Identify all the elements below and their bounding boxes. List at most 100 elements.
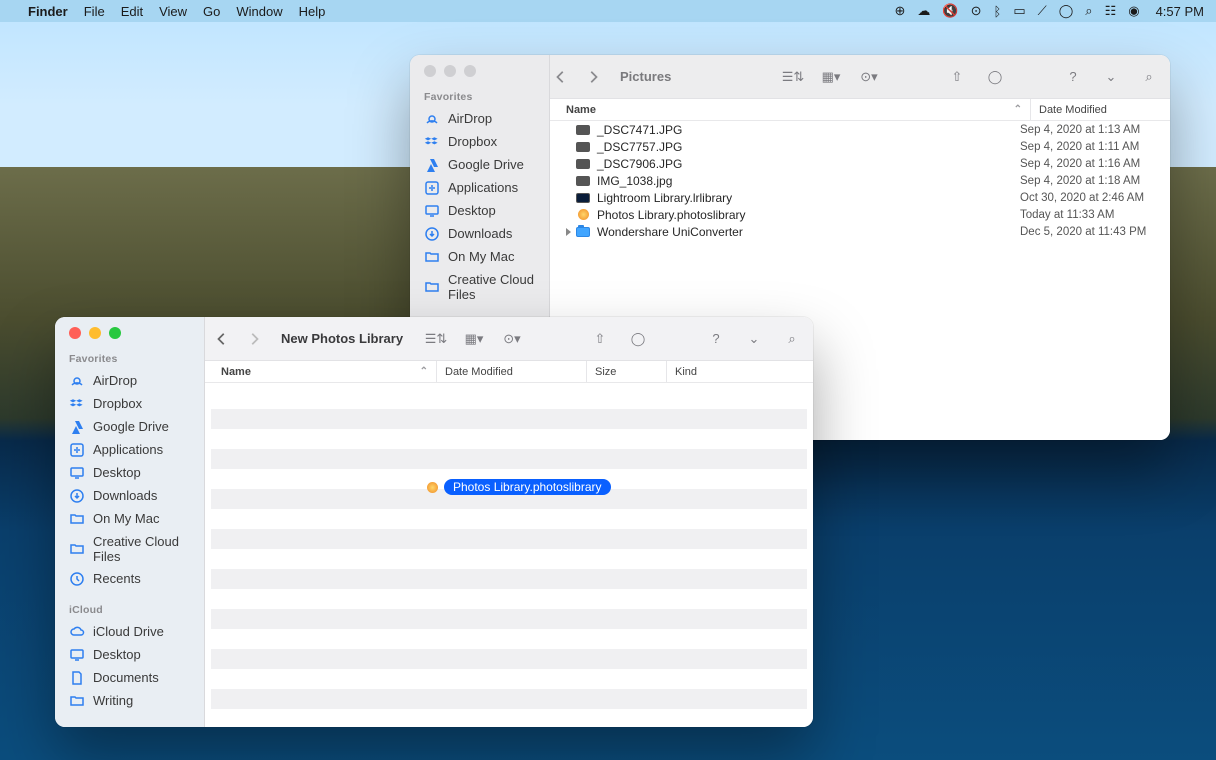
folder-icon bbox=[69, 541, 85, 557]
sidebar-item-on-my-mac[interactable]: On My Mac bbox=[55, 507, 204, 530]
sidebar-item-applications[interactable]: Applications bbox=[410, 176, 549, 199]
sidebar-item-recents[interactable]: Recents bbox=[55, 567, 204, 590]
folder-icon bbox=[576, 227, 590, 237]
disclosure-triangle-icon[interactable] bbox=[566, 228, 571, 236]
share-icon[interactable]: ⇧ bbox=[591, 330, 609, 348]
view-grid-icon[interactable]: ▦▾ bbox=[822, 68, 840, 86]
dragged-file[interactable]: Photos Library.photoslibrary bbox=[427, 479, 611, 495]
file-date: Today at 11:33 AM bbox=[1020, 209, 1170, 221]
toolbar: New Photos Library ☰⇅ ▦▾ ⊙▾ ⇧ ◯ ? ⌄ ⌕ bbox=[205, 317, 813, 361]
menu-view[interactable]: View bbox=[159, 4, 187, 19]
file-date: Sep 4, 2020 at 1:18 AM bbox=[1020, 175, 1170, 187]
apps-icon bbox=[424, 180, 440, 196]
sidebar-item-writing[interactable]: Writing bbox=[55, 689, 204, 712]
app-menu[interactable]: Finder bbox=[28, 4, 68, 19]
column-size[interactable]: Size bbox=[586, 361, 666, 382]
traffic-close[interactable] bbox=[424, 65, 436, 77]
file-row[interactable]: Photos Library.photoslibraryToday at 11:… bbox=[550, 206, 1170, 223]
dropdown-icon[interactable]: ⌄ bbox=[1102, 68, 1120, 86]
doc-icon bbox=[69, 670, 85, 686]
bluetooth-icon[interactable]: ᛒ bbox=[994, 4, 1002, 19]
image-file-icon bbox=[576, 159, 590, 169]
column-name[interactable]: Name bbox=[566, 104, 596, 116]
help-icon[interactable]: ? bbox=[707, 330, 725, 348]
action-menu-icon[interactable]: ⊙▾ bbox=[503, 330, 521, 348]
folder-icon bbox=[69, 693, 85, 709]
sidebar-item-label: Documents bbox=[93, 670, 159, 685]
control-center-icon[interactable]: ☷ bbox=[1105, 3, 1117, 19]
sidebar-item-icloud-drive[interactable]: iCloud Drive bbox=[55, 620, 204, 643]
sidebar-item-dropbox[interactable]: Dropbox bbox=[410, 130, 549, 153]
sidebar-item-downloads[interactable]: Downloads bbox=[410, 222, 549, 245]
sidebar-item-google-drive[interactable]: Google Drive bbox=[55, 415, 204, 438]
sidebar-item-desktop[interactable]: Desktop bbox=[410, 199, 549, 222]
view-list-icon[interactable]: ☰⇅ bbox=[784, 68, 802, 86]
sidebar-item-airdrop[interactable]: AirDrop bbox=[410, 107, 549, 130]
nav-back-button[interactable] bbox=[213, 330, 231, 348]
traffic-zoom[interactable] bbox=[464, 65, 476, 77]
sidebar-item-creative-cloud-files[interactable]: Creative Cloud Files bbox=[55, 530, 204, 567]
view-list-icon[interactable]: ☰⇅ bbox=[427, 330, 445, 348]
sidebar-item-applications[interactable]: Applications bbox=[55, 438, 204, 461]
nav-forward-button[interactable] bbox=[584, 68, 602, 86]
file-name: _DSC7757.JPG bbox=[597, 140, 1020, 154]
sidebar-item-desktop[interactable]: Desktop bbox=[55, 461, 204, 484]
sidebar-item-documents[interactable]: Documents bbox=[55, 666, 204, 689]
finder-window-new-photos-library[interactable]: Favorites AirDropDropboxGoogle DriveAppl… bbox=[55, 317, 813, 727]
file-row[interactable]: _DSC7471.JPGSep 4, 2020 at 1:13 AM bbox=[550, 121, 1170, 138]
help-icon[interactable]: ? bbox=[1064, 68, 1082, 86]
view-grid-icon[interactable]: ▦▾ bbox=[465, 330, 483, 348]
column-name[interactable]: Name bbox=[221, 366, 251, 378]
volume-mute-icon[interactable]: 🔇 bbox=[942, 3, 958, 19]
search-icon[interactable]: ⌕ bbox=[783, 330, 801, 348]
nav-back-button[interactable] bbox=[552, 68, 570, 86]
nav-forward-button[interactable] bbox=[245, 330, 263, 348]
column-header[interactable]: Name⌃ Date Modified bbox=[550, 99, 1170, 121]
lightroom-library-icon bbox=[576, 193, 590, 203]
desktop-icon bbox=[424, 203, 440, 219]
column-kind[interactable]: Kind bbox=[666, 361, 813, 382]
traffic-zoom[interactable] bbox=[109, 327, 121, 339]
sidebar-item-airdrop[interactable]: AirDrop bbox=[55, 369, 204, 392]
cloud-icon[interactable]: ☁ bbox=[917, 3, 930, 19]
wifi-icon[interactable]: ⟋ bbox=[1038, 3, 1047, 19]
share-icon[interactable]: ⇧ bbox=[948, 68, 966, 86]
gdrive-icon bbox=[424, 157, 440, 173]
file-list[interactable]: Photos Library.photoslibrary bbox=[205, 383, 813, 727]
search-icon[interactable]: ⌕ bbox=[1140, 68, 1158, 86]
battery-icon[interactable]: ▭ bbox=[1013, 3, 1025, 19]
traffic-close[interactable] bbox=[69, 327, 81, 339]
menu-go[interactable]: Go bbox=[203, 4, 220, 19]
sidebar-item-downloads[interactable]: Downloads bbox=[55, 484, 204, 507]
sidebar-item-dropbox[interactable]: Dropbox bbox=[55, 392, 204, 415]
file-row[interactable]: _DSC7906.JPGSep 4, 2020 at 1:16 AM bbox=[550, 155, 1170, 172]
column-date[interactable]: Date Modified bbox=[436, 361, 586, 382]
traffic-minimize[interactable] bbox=[444, 65, 456, 77]
file-row[interactable]: Wondershare UniConverterDec 5, 2020 at 1… bbox=[550, 223, 1170, 240]
user-icon[interactable]: ◯ bbox=[1059, 3, 1074, 19]
action-menu-icon[interactable]: ⊙▾ bbox=[860, 68, 878, 86]
sidebar-item-desktop[interactable]: Desktop bbox=[55, 643, 204, 666]
file-row[interactable]: Lightroom Library.lrlibraryOct 30, 2020 … bbox=[550, 189, 1170, 206]
traffic-minimize[interactable] bbox=[89, 327, 101, 339]
menu-file[interactable]: File bbox=[84, 4, 105, 19]
now-playing-icon[interactable]: ⊙ bbox=[971, 3, 982, 19]
menu-window[interactable]: Window bbox=[236, 4, 282, 19]
menubar-clock[interactable]: 4:57 PM bbox=[1156, 4, 1204, 19]
menu-edit[interactable]: Edit bbox=[121, 4, 143, 19]
dropdown-icon[interactable]: ⌄ bbox=[745, 330, 763, 348]
status-icon[interactable]: ⊕ bbox=[895, 3, 906, 19]
file-row[interactable]: IMG_1038.jpgSep 4, 2020 at 1:18 AM bbox=[550, 172, 1170, 189]
tags-icon[interactable]: ◯ bbox=[986, 68, 1004, 86]
photos-library-icon bbox=[578, 209, 589, 220]
spotlight-icon[interactable]: ⌕ bbox=[1085, 3, 1092, 19]
sidebar-item-creative-cloud-files[interactable]: Creative Cloud Files bbox=[410, 268, 549, 305]
column-header[interactable]: Name⌃ Date Modified Size Kind bbox=[205, 361, 813, 383]
sidebar-item-google-drive[interactable]: Google Drive bbox=[410, 153, 549, 176]
file-row[interactable]: _DSC7757.JPGSep 4, 2020 at 1:11 AM bbox=[550, 138, 1170, 155]
menu-help[interactable]: Help bbox=[299, 4, 326, 19]
sidebar-item-on-my-mac[interactable]: On My Mac bbox=[410, 245, 549, 268]
tags-icon[interactable]: ◯ bbox=[629, 330, 647, 348]
column-date[interactable]: Date Modified bbox=[1030, 99, 1170, 120]
siri-icon[interactable]: ◉ bbox=[1128, 3, 1139, 19]
